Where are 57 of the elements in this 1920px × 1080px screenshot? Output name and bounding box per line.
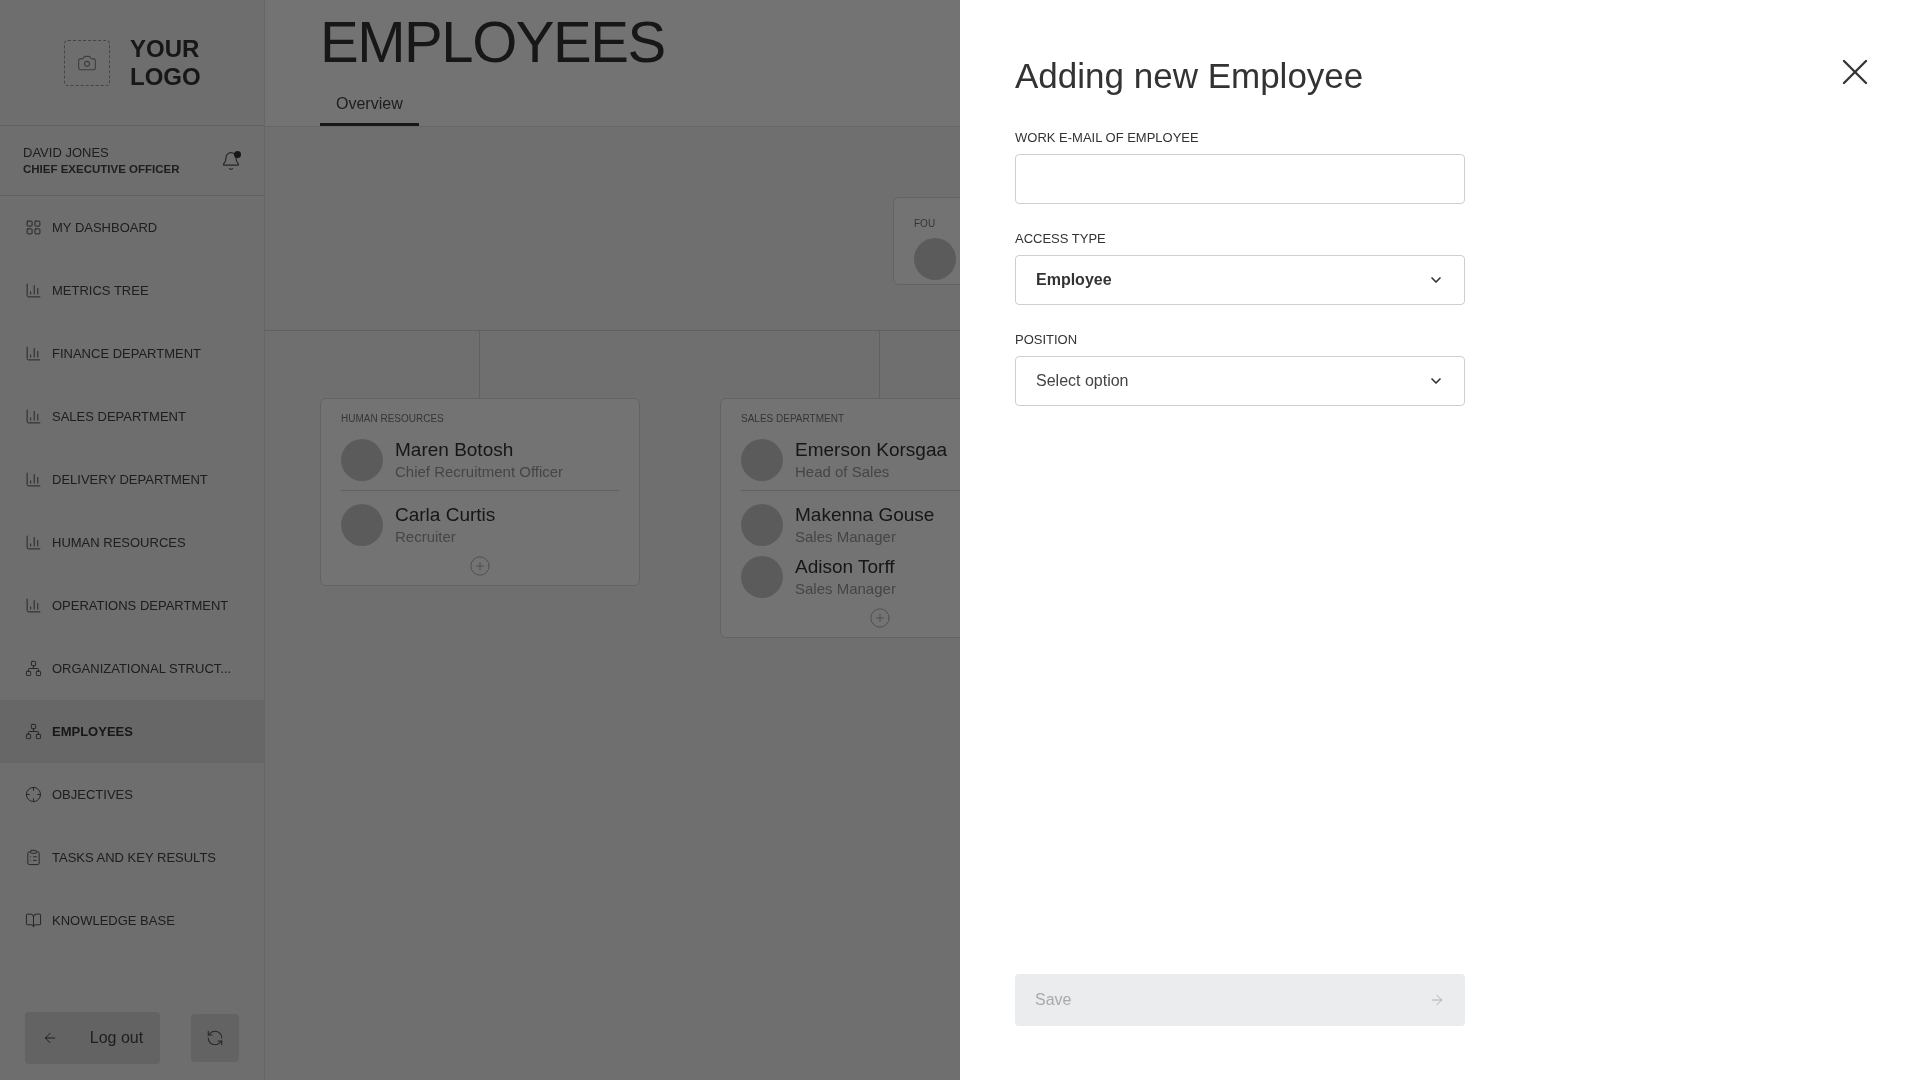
nav-item[interactable]: SALES DEPARTMENT — [0, 385, 264, 448]
book-icon — [25, 912, 42, 929]
photo-placeholder — [341, 504, 383, 546]
bar-chart-icon — [25, 534, 42, 551]
nav-item[interactable]: KNOWLEDGE BASE — [0, 889, 264, 952]
nav-item[interactable]: ORGANIZATIONAL STRUCT... — [0, 637, 264, 700]
nav-item[interactable]: EMPLOYEES — [0, 700, 264, 763]
clipboard-icon — [25, 849, 42, 866]
field-label: ACCESS TYPE — [1015, 231, 1107, 247]
target-icon — [25, 786, 42, 803]
nav-item[interactable]: HUMAN RESOURCES — [0, 511, 264, 574]
photo-placeholder — [914, 238, 956, 280]
notification-bell-icon[interactable] — [221, 150, 241, 171]
nav-item[interactable]: DELIVERY DEPARTMENT — [0, 448, 264, 511]
department-label: HUMAN RESOURCES — [341, 412, 445, 426]
panel-title: Adding new Employee — [1015, 55, 1364, 97]
add-icon[interactable] — [869, 607, 891, 629]
bar-chart-icon — [25, 345, 42, 362]
bar-chart-icon — [25, 597, 42, 614]
bar-chart-icon — [25, 471, 42, 488]
logo-text: YOUR LOGO — [130, 34, 200, 91]
employee-name: Makenna Gouse — [795, 503, 935, 527]
hierarchy-icon — [25, 723, 42, 740]
select-field[interactable]: Employee — [1015, 255, 1465, 305]
select-field[interactable]: Select option — [1015, 356, 1465, 406]
nav-item[interactable]: MY DASHBOARD — [0, 196, 264, 259]
department-label: SALES DEPARTMENT — [741, 412, 845, 426]
photo-placeholder — [741, 556, 783, 598]
nav-item[interactable]: TASKS AND KEY RESULTS — [0, 826, 264, 889]
page-title: EMPLOYEES — [320, 8, 666, 76]
tab[interactable]: Overview — [320, 84, 419, 126]
nav-item[interactable]: OPERATIONS DEPARTMENT — [0, 574, 264, 637]
user-name: DAVID JONES — [23, 144, 110, 161]
nav-item[interactable]: METRICS TREE — [0, 259, 264, 322]
employee-name: Maren Botosh — [395, 438, 515, 462]
card-label: FOU — [914, 218, 936, 229]
employee-name: Emerson Korsgaa — [795, 438, 948, 462]
arrow-right-icon — [1429, 992, 1445, 1008]
switch-button[interactable] — [191, 1013, 239, 1062]
logout-button[interactable]: Log out — [25, 1011, 160, 1064]
email-input[interactable] — [1015, 154, 1465, 204]
refresh-icon — [206, 1028, 224, 1047]
nav-item[interactable]: OBJECTIVES — [0, 763, 264, 826]
add-icon[interactable] — [469, 555, 491, 577]
employee-name: Adison Torff — [795, 555, 896, 579]
photo-placeholder — [341, 439, 383, 481]
grid-icon — [25, 219, 42, 236]
photo-placeholder — [741, 439, 783, 481]
bar-chart-icon — [25, 282, 42, 299]
field-label: WORK E-MAIL OF EMPLOYEE — [1015, 130, 1200, 146]
photo-placeholder — [741, 504, 783, 546]
field-label: POSITION — [1015, 332, 1079, 348]
employee-name: Carla Curtis — [395, 503, 496, 527]
user-role: CHIEF EXECUTIVE OFFICER — [23, 161, 180, 177]
hierarchy-icon — [25, 660, 42, 677]
nav-item[interactable]: FINANCE DEPARTMENT — [0, 322, 264, 385]
bar-chart-icon — [25, 408, 42, 425]
